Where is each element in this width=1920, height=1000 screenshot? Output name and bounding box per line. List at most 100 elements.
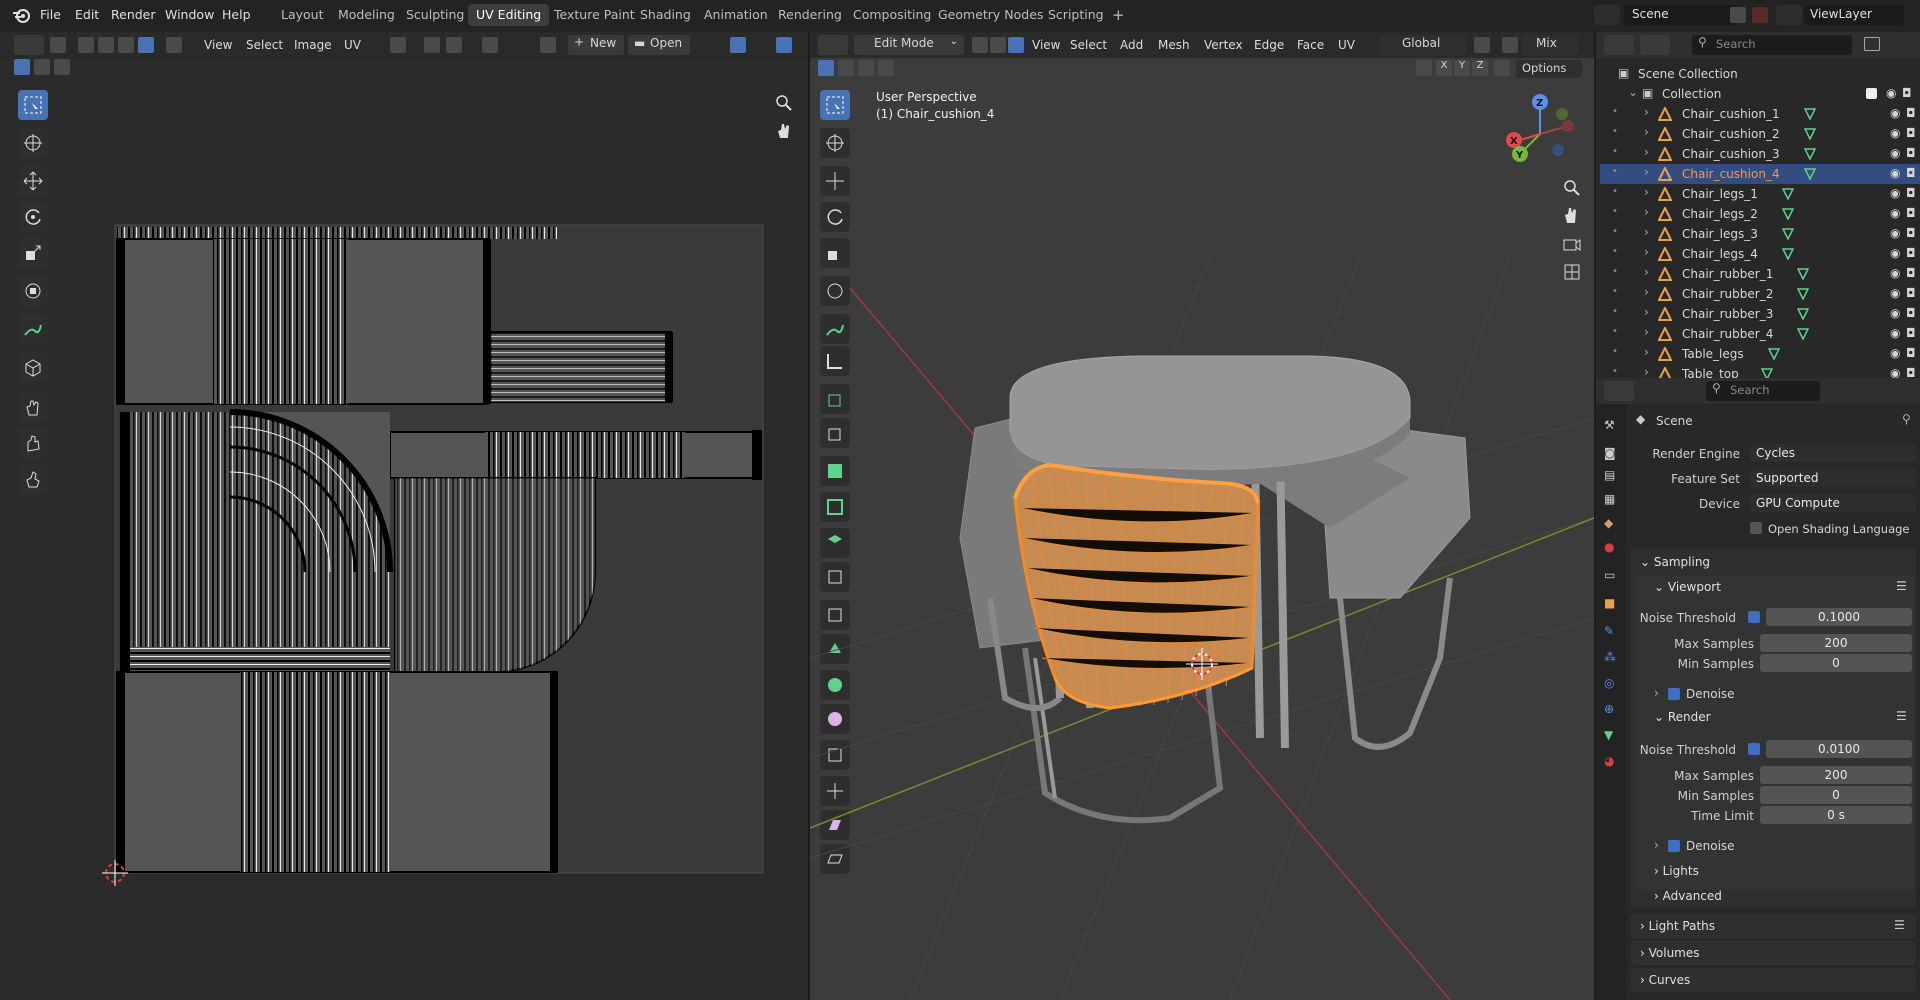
visibility-eye-icon[interactable]: ◉ — [1890, 106, 1900, 120]
annotate-tool[interactable] — [18, 314, 48, 344]
preset-list-icon[interactable]: ☰ — [1894, 918, 1905, 932]
move-tool[interactable] — [18, 166, 48, 196]
menu-file[interactable]: File — [40, 7, 61, 22]
mesh-data-icon[interactable] — [1782, 228, 1795, 240]
chevron-right-icon[interactable]: › — [1644, 205, 1649, 219]
visibility-eye-icon[interactable]: ◉ — [1890, 306, 1900, 320]
r-noise-threshold-checkbox[interactable] — [1748, 743, 1760, 755]
sticky-select-icon[interactable] — [166, 37, 182, 53]
output-tab-icon[interactable]: ▤ — [1604, 468, 1615, 482]
island-select-icon[interactable] — [138, 37, 154, 53]
outliner-item-chair-cushion-2[interactable]: • › Chair_cushion_2 ◉ ◘ — [1600, 124, 1920, 144]
osl-checkbox[interactable] — [1750, 522, 1762, 534]
render-camera-icon[interactable]: ◘ — [1906, 126, 1916, 140]
collection-tab-icon[interactable]: ▭ — [1604, 568, 1615, 582]
data-tab-icon[interactable]: ▼ — [1604, 728, 1613, 742]
advanced-subpanel-header[interactable]: › Advanced — [1654, 889, 1722, 903]
constraints-tab-icon[interactable]: ⊕ — [1604, 702, 1614, 716]
visibility-eye-icon[interactable]: ◉ — [1890, 166, 1900, 180]
collection-exclude-checkbox[interactable] — [1866, 88, 1877, 99]
vp-menu-select[interactable]: Select — [1070, 35, 1107, 55]
visibility-eye-icon[interactable]: ◉ — [1890, 326, 1900, 340]
tab-animation[interactable]: Animation — [696, 4, 776, 26]
sync-selection-icon[interactable] — [50, 37, 66, 53]
editor-type-icon[interactable] — [14, 35, 44, 55]
render-camera-icon[interactable]: ◘ — [1906, 266, 1916, 280]
physics-tab-icon[interactable]: ◎ — [1604, 676, 1614, 690]
vp-min-samples-field[interactable]: 0 — [1760, 654, 1912, 672]
vp-menu-mesh[interactable]: Mesh — [1158, 35, 1190, 55]
select-box-tool[interactable] — [18, 90, 48, 120]
feature-set-dropdown[interactable]: Supported — [1750, 469, 1916, 487]
light-paths-panel[interactable]: › Light Paths ☰ — [1630, 914, 1916, 938]
vp-menu-vertex[interactable]: Vertex — [1204, 35, 1243, 55]
face-select-icon[interactable] — [118, 37, 134, 53]
overlay-toggle-icon[interactable] — [776, 37, 792, 53]
render-camera-icon[interactable]: ◘ — [1906, 326, 1916, 340]
chevron-right-icon[interactable]: › — [1644, 285, 1649, 299]
uv-menu-select[interactable]: Select — [246, 35, 283, 55]
edge-mode-icon[interactable] — [990, 37, 1006, 53]
tab-sculpting[interactable]: Sculpting — [398, 4, 472, 26]
outliner-item-chair-legs-3[interactable]: • › Chair_legs_3 ◉ ◘ — [1600, 224, 1920, 244]
viewport-editor-type-icon[interactable] — [818, 35, 848, 55]
vp-denoise-checkbox[interactable] — [1668, 688, 1680, 700]
outliner-item-chair-cushion-1[interactable]: • › Chair_cushion_1 ◉ ◘ — [1600, 104, 1920, 124]
properties-search-input[interactable]: ⚲ Search — [1706, 381, 1820, 401]
new-collection-icon[interactable] — [1892, 37, 1908, 53]
collection-chevron-icon[interactable]: ⌄ — [1628, 85, 1638, 99]
chevron-right-icon[interactable]: › — [1644, 325, 1649, 339]
outliner-item-chair-cushion-4[interactable]: • › Chair_cushion_4 ◉ ◘ — [1600, 164, 1920, 184]
r-time-limit-field[interactable]: 0 s — [1760, 806, 1912, 824]
outliner-editor-type-icon[interactable] — [1604, 35, 1634, 55]
outliner-item-chair-rubber-4[interactable]: • › Chair_rubber_4 ◉ ◘ — [1600, 324, 1920, 344]
mesh-data-icon[interactable] — [1782, 248, 1795, 260]
mode-subtract-icon[interactable] — [54, 59, 70, 75]
uv-cube-tool[interactable] — [18, 352, 48, 382]
render-engine-dropdown[interactable]: Cycles — [1750, 444, 1916, 462]
tab-shading[interactable]: Shading — [632, 4, 699, 26]
outliner-item-table-legs[interactable]: • › Table_legs ◉ ◘ — [1600, 344, 1920, 364]
sampling-header[interactable]: ⌄ Sampling — [1640, 555, 1710, 569]
rotate-tool[interactable] — [18, 202, 48, 232]
tab-scripting[interactable]: Scripting — [1040, 4, 1112, 26]
render-camera-icon[interactable]: ◘ — [1906, 106, 1916, 120]
cursor-tool[interactable] — [18, 128, 48, 158]
visibility-eye-icon[interactable]: ◉ — [1890, 146, 1900, 160]
uv-menu-uv[interactable]: UV — [344, 35, 361, 55]
delete-scene-icon[interactable] — [1752, 7, 1768, 23]
visibility-eye-icon[interactable]: ◉ — [1890, 206, 1900, 220]
outliner-search-input[interactable]: ⚲ Search — [1692, 35, 1852, 55]
gizmo-toggle-icon[interactable] — [730, 37, 746, 53]
menu-edit[interactable]: Edit — [75, 7, 99, 22]
pivot-point-icon[interactable] — [1474, 37, 1490, 53]
mesh-data-icon[interactable] — [1768, 348, 1780, 360]
vp-menu-edge[interactable]: Edge — [1254, 35, 1284, 55]
render-camera-icon[interactable]: ◘ — [1906, 166, 1916, 180]
vp-menu-add[interactable]: Add — [1120, 35, 1143, 55]
mesh-data-icon[interactable] — [1804, 148, 1816, 160]
tab-compositing[interactable]: Compositing — [845, 4, 939, 26]
material-tab-icon[interactable]: ◕ — [1604, 754, 1614, 768]
chevron-right-icon[interactable]: › — [1644, 305, 1649, 319]
visibility-eye-icon[interactable]: ◉ — [1886, 86, 1896, 100]
render-camera-icon[interactable]: ◘ — [1906, 306, 1916, 320]
r-noise-threshold-field[interactable]: 0.0100 — [1766, 740, 1912, 758]
chevron-right-icon[interactable]: › — [1644, 225, 1649, 239]
render-camera-icon[interactable]: ◘ — [1906, 206, 1916, 220]
render-camera-icon[interactable]: ◘ — [1906, 246, 1916, 260]
uv-canvas[interactable] — [80, 172, 780, 892]
pin-icon[interactable] — [696, 37, 712, 53]
chevron-right-icon[interactable]: › — [1654, 686, 1659, 700]
pin-icon[interactable]: ⚲ — [1902, 412, 1911, 426]
render-camera-icon[interactable]: ◘ — [1906, 286, 1916, 300]
vp-noise-threshold-checkbox[interactable] — [1748, 611, 1760, 623]
snap-target-icon[interactable] — [446, 37, 462, 53]
chevron-right-icon[interactable]: › — [1644, 245, 1649, 259]
chevron-right-icon[interactable]: › — [1644, 145, 1649, 159]
mesh-data-icon[interactable] — [1804, 108, 1816, 120]
outliner-item-chair-cushion-3[interactable]: • › Chair_cushion_3 ◉ ◘ — [1600, 144, 1920, 164]
lights-subpanel-header[interactable]: › Lights — [1654, 864, 1699, 878]
curves-panel[interactable]: › Curves — [1630, 968, 1916, 992]
tab-texture-paint[interactable]: Texture Paint — [546, 4, 643, 26]
